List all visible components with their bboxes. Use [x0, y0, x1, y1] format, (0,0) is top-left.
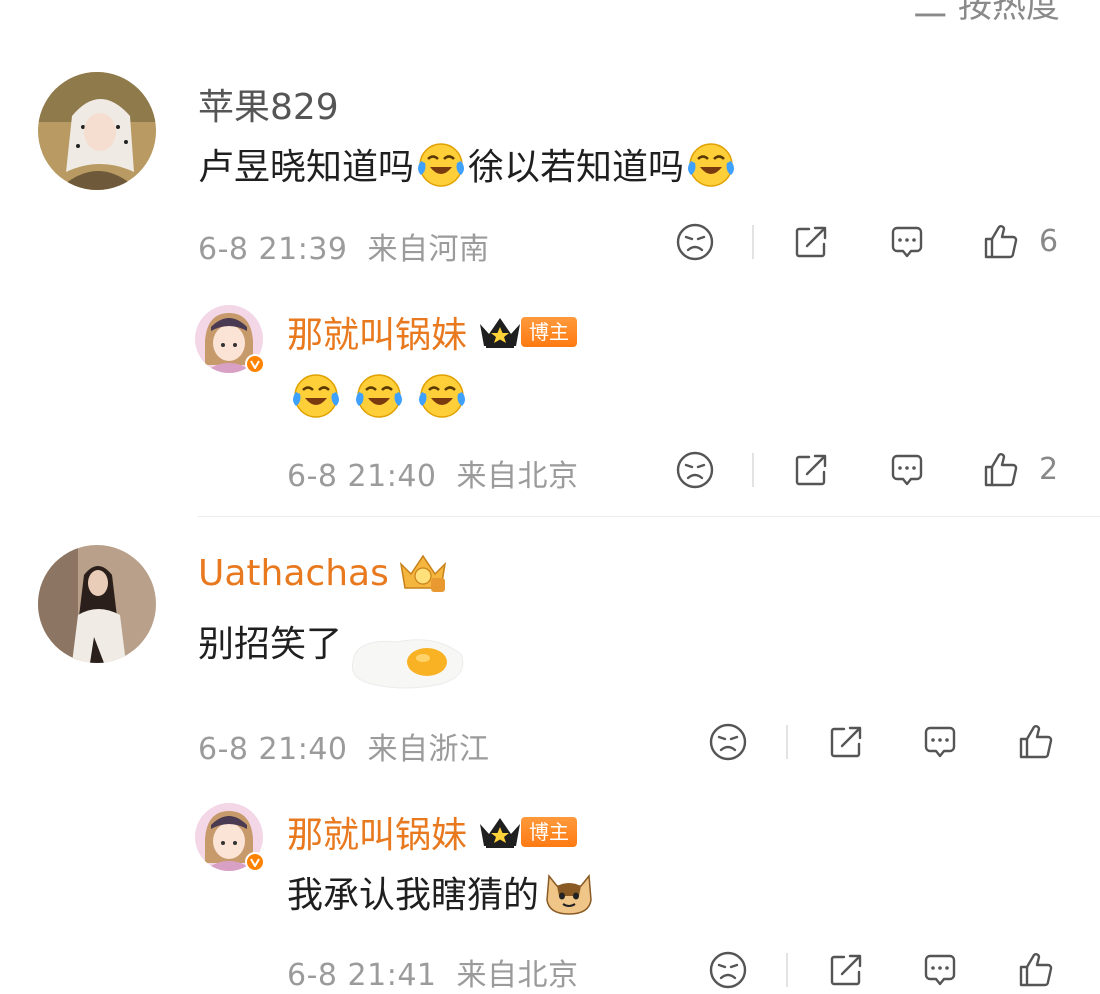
crown-icon	[477, 814, 523, 850]
comment-location: 来自河南	[367, 232, 490, 267]
like-count: 6	[1039, 224, 1059, 259]
verified-badge-icon	[245, 354, 265, 374]
reply-location: 来自北京	[456, 459, 579, 494]
action-divider	[752, 225, 754, 259]
like-icon[interactable]	[981, 450, 1021, 490]
reply-username[interactable]: 那就叫锅妹	[287, 806, 467, 858]
laugh-cry-emoji-icon	[354, 370, 404, 420]
blogger-badge: 博主	[521, 817, 578, 847]
reply-location: 来自北京	[456, 958, 579, 993]
comment-time: 6-8 21:39	[198, 232, 348, 267]
like-icon[interactable]	[1016, 950, 1056, 990]
reply-username[interactable]: 那就叫锅妹	[287, 306, 467, 358]
reply-text-row: 我承认我瞎猜的	[287, 866, 595, 918]
laugh-cry-emoji-icon	[686, 139, 736, 189]
action-divider	[752, 453, 754, 487]
reply-time: 6-8 21:41	[287, 958, 437, 993]
reply-meta: 6-8 21:40 来自北京	[287, 451, 579, 495]
like-icon[interactable]	[981, 222, 1021, 262]
comment-text: 别招笑了	[198, 624, 343, 665]
fried-egg-sticker	[345, 632, 470, 694]
crown-icon	[477, 314, 523, 350]
avatar[interactable]	[38, 72, 156, 190]
sort-by-hotness-label[interactable]: 二 按热度	[913, 0, 1060, 27]
fan-level-crown-icon	[397, 552, 449, 594]
dislike-icon[interactable]	[708, 950, 748, 990]
reply-emoji-row	[289, 370, 469, 420]
blogger-badge: 博主	[521, 317, 578, 347]
laugh-cry-emoji-icon	[416, 139, 466, 189]
comment-text-part: 卢昱晓知道吗	[198, 147, 415, 188]
comment-meta: 6-8 21:40 来自浙江	[198, 724, 490, 768]
reply-author-row: 那就叫锅妹 博主	[287, 806, 578, 858]
dislike-icon[interactable]	[675, 222, 715, 262]
comment-text: 卢昱晓知道吗 徐以若知道吗	[198, 138, 738, 190]
dislike-icon[interactable]	[708, 722, 748, 762]
comment-icon[interactable]	[920, 950, 960, 990]
reply-text: 我承认我瞎猜的	[287, 875, 540, 916]
reply-author-row: 那就叫锅妹 博主	[287, 306, 578, 358]
reply-actions: 2	[675, 450, 1065, 494]
reply-actions	[708, 950, 1068, 994]
share-icon[interactable]	[791, 450, 831, 490]
comment-author-row: Uathachas	[198, 552, 449, 594]
action-divider	[786, 725, 788, 759]
action-divider	[786, 953, 788, 987]
like-icon[interactable]	[1016, 722, 1056, 762]
comment-actions: 6	[675, 222, 1065, 266]
reply-time: 6-8 21:40	[287, 459, 437, 494]
reply-meta: 6-8 21:41 来自北京	[287, 950, 579, 994]
comment-icon[interactable]	[920, 722, 960, 762]
laugh-cry-emoji-icon	[417, 370, 467, 420]
like-count: 2	[1039, 452, 1059, 487]
comment-time: 6-8 21:40	[198, 732, 348, 767]
comment-icon[interactable]	[887, 450, 927, 490]
comment-username[interactable]: Uathachas	[198, 553, 389, 594]
dislike-icon[interactable]	[675, 450, 715, 490]
comment-location: 来自浙江	[367, 732, 490, 767]
comment-divider	[198, 516, 1100, 517]
avatar[interactable]	[38, 545, 156, 663]
cat-emoji-icon	[546, 874, 592, 915]
verified-badge-icon	[245, 852, 265, 872]
share-icon[interactable]	[826, 722, 866, 762]
comment-text-part: 徐以若知道吗	[468, 147, 685, 188]
laugh-cry-emoji-icon	[291, 370, 341, 420]
comment-meta: 6-8 21:39 来自河南	[198, 224, 490, 268]
share-icon[interactable]	[791, 222, 831, 262]
comment-actions	[708, 722, 1068, 766]
comment-username[interactable]: 苹果829	[198, 78, 339, 130]
share-icon[interactable]	[826, 950, 866, 990]
comment-icon[interactable]	[887, 222, 927, 262]
